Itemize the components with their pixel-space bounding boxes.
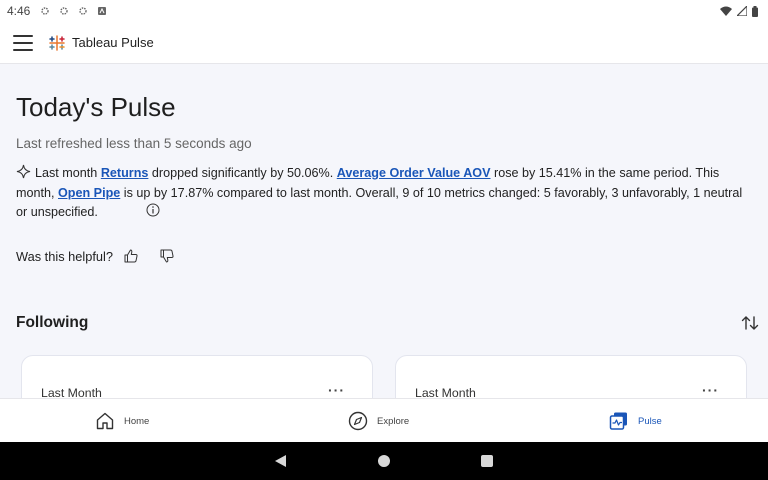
settings-notification-icon	[60, 7, 69, 15]
nav-explore-label: Explore	[377, 415, 410, 427]
back-icon[interactable]	[274, 454, 287, 468]
helpful-prompt: Was this helpful?	[16, 249, 113, 264]
nav-explore[interactable]: Explore	[348, 399, 409, 443]
recents-icon[interactable]	[481, 455, 493, 467]
compass-icon	[348, 411, 368, 431]
insight-summary: Last month Returns dropped significantly…	[16, 164, 756, 223]
battery-icon	[752, 5, 758, 17]
returns-metric-link[interactable]: Returns	[101, 166, 149, 180]
app-title: Tableau Pulse	[72, 35, 154, 50]
card-period: Last Month	[415, 386, 476, 398]
bottom-nav: Home Explore Pulse	[0, 398, 768, 442]
thumbs-up-icon[interactable]	[124, 249, 138, 263]
settings-notification-icon	[41, 7, 50, 15]
menu-icon[interactable]	[13, 34, 33, 51]
page-title: Today's Pulse	[16, 92, 176, 122]
app-bar: Tableau Pulse	[0, 22, 768, 64]
pulse-icon	[609, 412, 627, 430]
nav-pulse[interactable]: Pulse	[609, 399, 662, 443]
nav-home-label: Home	[124, 415, 150, 427]
home-icon	[96, 412, 114, 430]
insight-text: is up by 17.87% compared to last month. …	[16, 185, 743, 220]
settings-notification-icon	[79, 7, 88, 15]
nav-home[interactable]: Home	[95, 399, 149, 443]
sparkle-icon	[16, 164, 31, 179]
wifi-icon	[720, 6, 732, 16]
system-nav-bar	[0, 442, 768, 480]
signal-icon	[737, 6, 747, 16]
system-home-icon[interactable]	[378, 455, 390, 467]
insight-text: dropped significantly by 50.06%.	[148, 166, 337, 180]
main-content[interactable]: Today's Pulse Last refreshed less than 5…	[0, 65, 768, 398]
info-icon[interactable]	[146, 203, 160, 217]
status-time: 4:46	[7, 4, 31, 18]
sort-icon[interactable]	[741, 315, 759, 331]
tableau-logo-icon	[49, 34, 65, 51]
nav-pulse-label: Pulse	[638, 415, 662, 427]
following-heading: Following	[16, 314, 89, 331]
open-pipe-metric-link[interactable]: Open Pipe	[58, 186, 120, 200]
app-notification-icon	[98, 7, 107, 15]
last-refreshed-text: Last refreshed less than 5 seconds ago	[16, 136, 252, 151]
notification-icons	[40, 6, 107, 16]
more-options-icon[interactable]: ···	[702, 382, 719, 398]
more-options-icon[interactable]: ···	[328, 382, 345, 398]
thumbs-down-icon[interactable]	[160, 249, 174, 263]
insight-text: Last month	[35, 166, 101, 180]
status-bar: 4:46	[0, 0, 768, 22]
card-period: Last Month	[41, 386, 102, 398]
metric-card[interactable]: Last Month ···	[21, 355, 373, 398]
metric-card[interactable]: Last Month ···	[395, 355, 747, 398]
aov-metric-link[interactable]: Average Order Value AOV	[337, 166, 491, 180]
system-icons	[720, 5, 758, 17]
